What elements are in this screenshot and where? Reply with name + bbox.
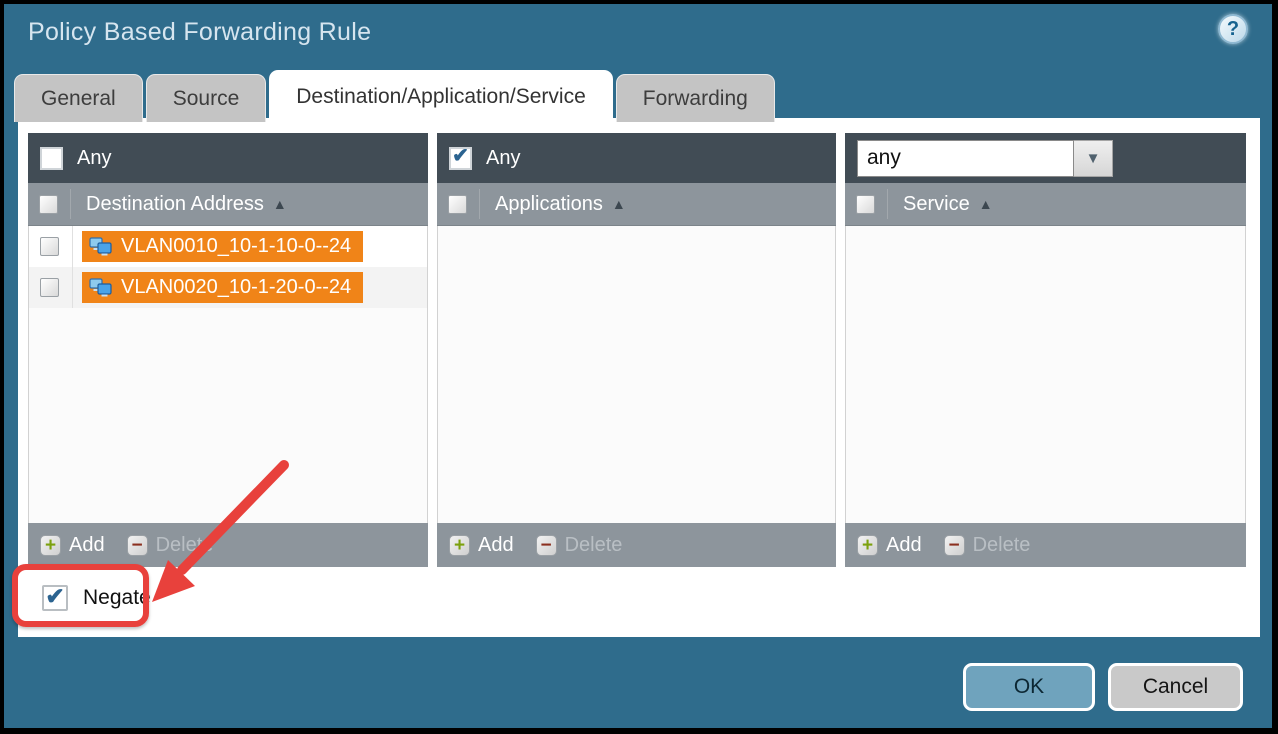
checkmark-icon: ✔ [45,585,64,608]
applications-column-header[interactable]: Applications [495,193,603,216]
divider [72,267,73,308]
destination-address-column-header[interactable]: Destination Address [86,193,264,216]
add-label: Add [478,534,514,557]
chevron-down-icon[interactable]: ▼ [1074,140,1113,177]
applications-any-label: Any [486,147,520,170]
applications-delete-button[interactable]: − Delete [536,534,623,557]
applications-header-row: Applications ▲ [437,183,836,226]
tab-destination-application-service[interactable]: Destination/Application/Service [269,70,613,122]
service-add-button[interactable]: + Add [857,534,922,557]
sort-asc-icon: ▲ [273,196,287,212]
list-item: VLAN0020_10-1-20-0--24 [29,267,427,308]
applications-any-checkbox[interactable]: ✔ [449,147,472,170]
tab-source-label: Source [173,87,240,111]
network-hosts-icon [89,278,113,297]
destination-any-checkbox[interactable] [40,147,63,170]
add-icon: + [449,535,470,556]
tab-bar: General Source Destination/Application/S… [14,70,775,122]
divider [72,226,73,267]
divider [70,189,71,219]
row-checkbox[interactable] [40,278,59,297]
cancel-button-label: Cancel [1143,675,1208,699]
negate-option: ✔ Negate [42,585,151,611]
sort-asc-icon: ▲ [979,196,993,212]
destination-address-column: Any Destination Address ▲ [28,133,428,567]
ok-button-label: OK [1014,675,1044,699]
add-icon: + [40,535,61,556]
delete-label: Delete [156,534,214,557]
row-checkbox[interactable] [40,237,59,256]
add-label: Add [69,534,105,557]
address-object-vlan0010[interactable]: VLAN0010_10-1-10-0--24 [82,231,363,262]
applications-select-all-checkbox[interactable] [448,195,467,214]
applications-toolbar: + Add − Delete [437,523,836,567]
service-column-header[interactable]: Service [903,193,970,216]
list-item: VLAN0010_10-1-10-0--24 [29,226,427,267]
delete-label: Delete [565,534,623,557]
service-list [845,226,1246,523]
ok-button[interactable]: OK [963,663,1095,711]
applications-column: ✔ Any Applications ▲ + Add − Delete [437,133,836,567]
add-icon: + [857,535,878,556]
add-label: Add [886,534,922,557]
tab-source[interactable]: Source [146,74,267,122]
tab-content-panel: Any Destination Address ▲ [18,118,1260,637]
destination-delete-button[interactable]: − Delete [127,534,214,557]
policy-based-forwarding-dialog: Policy Based Forwarding Rule ? General S… [4,4,1272,728]
destination-select-all-checkbox[interactable] [39,195,58,214]
destination-any-bar: Any [28,133,428,183]
divider [887,189,888,219]
service-dropdown-bar: any ▼ [845,133,1246,183]
destination-address-list: VLAN0010_10-1-10-0--24 VLAN0020_10-1-20- [28,226,428,523]
service-column: any ▼ Service ▲ + Add − Delete [845,133,1246,567]
service-delete-button[interactable]: − Delete [944,534,1031,557]
help-glyph: ? [1227,18,1239,41]
applications-add-button[interactable]: + Add [449,534,514,557]
delete-label: Delete [973,534,1031,557]
sort-asc-icon: ▲ [612,196,626,212]
service-toolbar: + Add − Delete [845,523,1246,567]
negate-label: Negate [83,586,151,610]
applications-any-bar: ✔ Any [437,133,836,183]
address-object-label: VLAN0020_10-1-20-0--24 [121,276,351,299]
service-dropdown[interactable]: any ▼ [857,140,1113,177]
tab-forwarding-label: Forwarding [643,87,748,111]
applications-list [437,226,836,523]
checkmark-icon: ✔ [452,146,469,166]
destination-any-label: Any [77,147,111,170]
tab-general[interactable]: General [14,74,143,122]
tab-general-label: General [41,87,116,111]
service-header-row: Service ▲ [845,183,1246,226]
tab-destination-label: Destination/Application/Service [296,85,586,109]
address-object-vlan0020[interactable]: VLAN0020_10-1-20-0--24 [82,272,363,303]
cancel-button[interactable]: Cancel [1108,663,1243,711]
destination-toolbar: + Add − Delete [28,523,428,567]
help-icon[interactable]: ? [1218,14,1248,44]
dialog-title: Policy Based Forwarding Rule [28,18,371,47]
delete-icon: − [127,535,148,556]
destination-add-button[interactable]: + Add [40,534,105,557]
divider [479,189,480,219]
delete-icon: − [536,535,557,556]
address-object-label: VLAN0010_10-1-10-0--24 [121,235,351,258]
tab-forwarding[interactable]: Forwarding [616,74,775,122]
network-hosts-icon [89,237,113,256]
service-dropdown-value: any [857,140,1074,177]
service-select-all-checkbox[interactable] [856,195,875,214]
delete-icon: − [944,535,965,556]
destination-address-header-row: Destination Address ▲ [28,183,428,226]
negate-checkbox[interactable]: ✔ [42,585,68,611]
